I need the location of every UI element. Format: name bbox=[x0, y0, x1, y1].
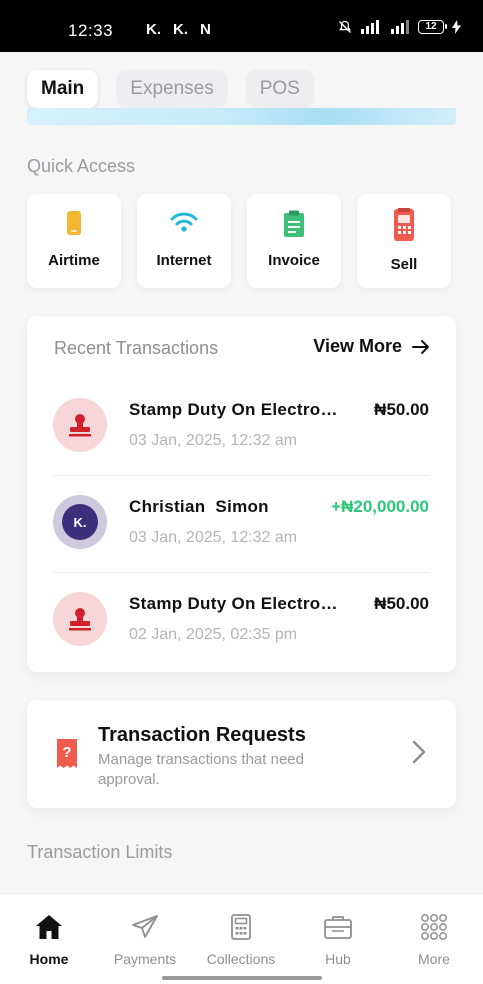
transaction-date: 02 Jan, 2025, 02:35 pm bbox=[129, 626, 298, 643]
promo-banner[interactable] bbox=[27, 108, 456, 125]
clipboard-icon bbox=[247, 210, 341, 238]
divider bbox=[53, 572, 430, 573]
nav-hub[interactable]: Hub bbox=[290, 912, 386, 967]
transaction-requests-title: Transaction Requests bbox=[98, 724, 306, 746]
quick-access-label: Airtime bbox=[48, 252, 100, 269]
quick-access-internet[interactable]: Internet bbox=[137, 194, 231, 288]
battery-icon: 12 bbox=[418, 20, 447, 34]
transaction-requests-subtitle: Manage transactions that need approval. bbox=[98, 751, 304, 788]
chevron-right-icon bbox=[412, 740, 426, 769]
nav-payments[interactable]: Payments bbox=[97, 912, 193, 967]
grid-dots-icon bbox=[386, 912, 482, 942]
quick-access-label: Internet bbox=[156, 252, 212, 269]
quick-access-title: Quick Access bbox=[27, 156, 136, 176]
recent-transactions-card: Recent Transactions View More Stamp Duty… bbox=[27, 316, 456, 672]
quick-access-row: Airtime Internet Invoice Sell bbox=[27, 194, 451, 288]
tab-main[interactable]: Main bbox=[27, 70, 99, 108]
transaction-row[interactable]: K. Christian Simon 03 Jan, 2025, 12:32 a… bbox=[27, 477, 456, 573]
stamp-icon bbox=[53, 398, 107, 452]
nav-label: Collections bbox=[206, 951, 276, 967]
bottom-navigation: Home Payments Collections Hub More bbox=[0, 893, 483, 984]
transaction-amount: ₦50.00 bbox=[374, 594, 429, 613]
signal-icon bbox=[391, 20, 409, 34]
arrow-right-icon bbox=[412, 339, 429, 354]
send-icon bbox=[97, 912, 193, 942]
avatar: K. bbox=[53, 495, 107, 549]
status-time: 12:33 bbox=[68, 21, 114, 40]
nav-label: More bbox=[418, 951, 450, 967]
home-icon bbox=[1, 912, 97, 942]
phone-icon bbox=[27, 210, 121, 236]
app-notification-icon: K. bbox=[146, 21, 161, 38]
transaction-date: 03 Jan, 2025, 12:32 am bbox=[129, 432, 298, 449]
transaction-row[interactable]: Stamp Duty On Electronic Transfer 02 Jan… bbox=[27, 574, 456, 670]
home-indicator[interactable] bbox=[162, 976, 322, 980]
account-tabs: Main Expenses POS bbox=[27, 70, 314, 108]
calculator-icon bbox=[193, 912, 289, 942]
charging-icon bbox=[452, 20, 461, 34]
nav-collections[interactable]: Collections bbox=[193, 912, 289, 967]
nav-label: Payments bbox=[113, 951, 177, 967]
transaction-limits-title: Transaction Limits bbox=[27, 842, 173, 862]
app-notification-icon: N bbox=[200, 21, 211, 38]
receipt-question-icon: ? bbox=[55, 738, 79, 775]
mute-bell-icon bbox=[338, 20, 352, 33]
divider bbox=[53, 475, 430, 476]
view-more-label: View More bbox=[313, 336, 402, 356]
signal-icon bbox=[361, 20, 379, 34]
pos-terminal-icon bbox=[357, 208, 451, 242]
quick-access-label: Invoice bbox=[268, 252, 320, 269]
view-more-link[interactable]: View More bbox=[313, 336, 430, 357]
wifi-icon bbox=[137, 210, 231, 234]
nav-label: Home bbox=[29, 951, 69, 967]
stamp-icon bbox=[53, 592, 107, 646]
recent-transactions-title: Recent Transactions bbox=[54, 338, 219, 358]
status-app-icons: K. K. N bbox=[146, 21, 211, 38]
quick-access-sell[interactable]: Sell bbox=[357, 194, 451, 288]
nav-more[interactable]: More bbox=[386, 912, 482, 967]
transaction-name: Christian Simon bbox=[129, 497, 269, 516]
svg-text:?: ? bbox=[62, 744, 71, 761]
quick-access-label: Sell bbox=[390, 256, 418, 273]
quick-access-invoice[interactable]: Invoice bbox=[247, 194, 341, 288]
transaction-date: 03 Jan, 2025, 12:32 am bbox=[129, 529, 298, 546]
transaction-amount: +₦20,000.00 bbox=[331, 497, 429, 516]
briefcase-icon bbox=[290, 912, 386, 942]
status-bar: 12:33 K. K. N 12 bbox=[0, 0, 483, 52]
transaction-requests-card[interactable]: ? Transaction Requests Manage transactio… bbox=[27, 700, 456, 808]
nav-label: Hub bbox=[325, 951, 351, 967]
avatar-initials: K. bbox=[62, 504, 98, 540]
transaction-amount: ₦50.00 bbox=[374, 400, 429, 419]
tab-pos[interactable]: POS bbox=[245, 70, 314, 108]
nav-home[interactable]: Home bbox=[1, 912, 97, 967]
app-notification-icon: K. bbox=[173, 21, 188, 38]
status-indicators: 12 bbox=[338, 20, 461, 34]
transaction-row[interactable]: Stamp Duty On Electronic Transfer 03 Jan… bbox=[27, 380, 456, 476]
transaction-name: Stamp Duty On Electronic Transfer bbox=[129, 400, 344, 419]
transaction-name: Stamp Duty On Electronic Transfer bbox=[129, 594, 344, 613]
quick-access-airtime[interactable]: Airtime bbox=[27, 194, 121, 288]
tab-expenses[interactable]: Expenses bbox=[116, 70, 228, 108]
